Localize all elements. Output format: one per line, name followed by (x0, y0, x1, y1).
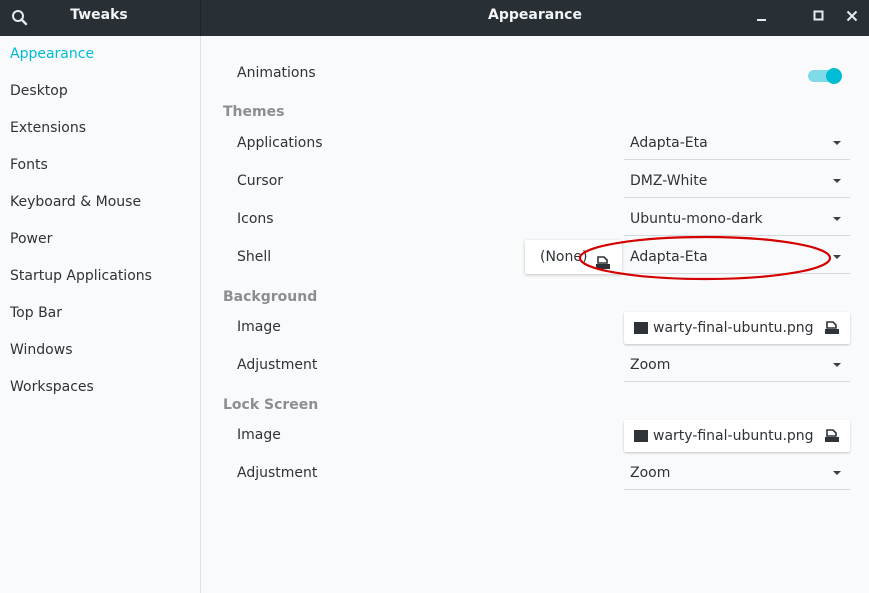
sidebar-item-windows[interactable]: Windows (0, 332, 200, 369)
chevron-down-icon (833, 363, 841, 367)
maximize-icon[interactable] (808, 6, 830, 26)
file-name: warty-final-ubuntu.png (653, 428, 814, 444)
sidebar-item-top-bar[interactable]: Top Bar (0, 295, 200, 332)
sidebar-item-power[interactable]: Power (0, 221, 200, 258)
switch-knob (826, 68, 842, 84)
dropdown-value: Adapta-Eta (630, 249, 708, 265)
background-adjustment-label: Adjustment (237, 357, 318, 373)
background-heading: Background (223, 289, 318, 305)
themes-heading: Themes (223, 104, 285, 120)
lock-screen-image-label: Image (237, 427, 281, 443)
main-header: Appearance (201, 0, 869, 36)
sidebar-item-desktop[interactable]: Desktop (0, 73, 200, 110)
icons-theme-dropdown[interactable]: Ubuntu-mono-dark (624, 202, 850, 236)
sidebar-header: Tweaks (0, 0, 201, 36)
header-bar: Tweaks Appearance (0, 0, 869, 36)
dropdown-value: Zoom (630, 465, 671, 481)
dropdown-value: Zoom (630, 357, 671, 373)
chevron-down-icon (833, 141, 841, 145)
sidebar-item-appearance[interactable]: Appearance (0, 36, 200, 73)
sidebar-item-keyboard-mouse[interactable]: Keyboard & Mouse (0, 184, 200, 221)
dropdown-value: Adapta-Eta (630, 135, 708, 151)
icons-label: Icons (237, 211, 274, 227)
shell-none-label: (None) (540, 249, 588, 265)
lock-screen-adjustment-dropdown[interactable]: Zoom (624, 456, 850, 490)
file-name: warty-final-ubuntu.png (653, 320, 814, 336)
document-open-icon (824, 429, 840, 443)
sidebar-item-workspaces[interactable]: Workspaces (0, 369, 200, 406)
minimize-icon[interactable] (751, 6, 773, 26)
cursor-label: Cursor (237, 173, 284, 189)
chevron-down-icon (833, 217, 841, 221)
document-open-icon (824, 321, 840, 335)
close-icon[interactable] (841, 6, 863, 26)
chevron-down-icon (833, 179, 841, 183)
dropdown-value: DMZ-White (630, 173, 708, 189)
applications-label: Applications (237, 135, 323, 151)
sidebar: Appearance Desktop Extensions Fonts Keyb… (0, 36, 201, 593)
shell-label: Shell (237, 249, 272, 265)
chevron-down-icon (833, 471, 841, 475)
background-image-label: Image (237, 319, 281, 335)
animations-switch[interactable] (808, 68, 842, 84)
appearance-panel: Animations Themes Applications Adapta-Et… (201, 36, 869, 593)
sidebar-item-startup-applications[interactable]: Startup Applications (0, 258, 200, 295)
dropdown-value: Ubuntu-mono-dark (630, 211, 763, 227)
cursor-theme-dropdown[interactable]: DMZ-White (624, 164, 850, 198)
shell-none-button[interactable]: (None) (525, 240, 622, 274)
animations-label: Animations (237, 65, 316, 81)
document-open-icon (595, 249, 611, 269)
applications-theme-dropdown[interactable]: Adapta-Eta (624, 126, 850, 160)
chevron-down-icon (833, 255, 841, 259)
sidebar-item-extensions[interactable]: Extensions (0, 110, 200, 147)
background-image-chooser[interactable]: warty-final-ubuntu.png (624, 312, 850, 344)
sidebar-item-fonts[interactable]: Fonts (0, 147, 200, 184)
lock-screen-adjustment-label: Adjustment (237, 465, 318, 481)
lock-screen-image-chooser[interactable]: warty-final-ubuntu.png (624, 420, 850, 452)
image-file-icon (634, 430, 648, 442)
shell-theme-dropdown[interactable]: Adapta-Eta (624, 240, 850, 274)
background-adjustment-dropdown[interactable]: Zoom (624, 348, 850, 382)
app-title: Tweaks (70, 7, 128, 23)
lock-screen-heading: Lock Screen (223, 397, 319, 413)
image-file-icon (634, 322, 648, 334)
